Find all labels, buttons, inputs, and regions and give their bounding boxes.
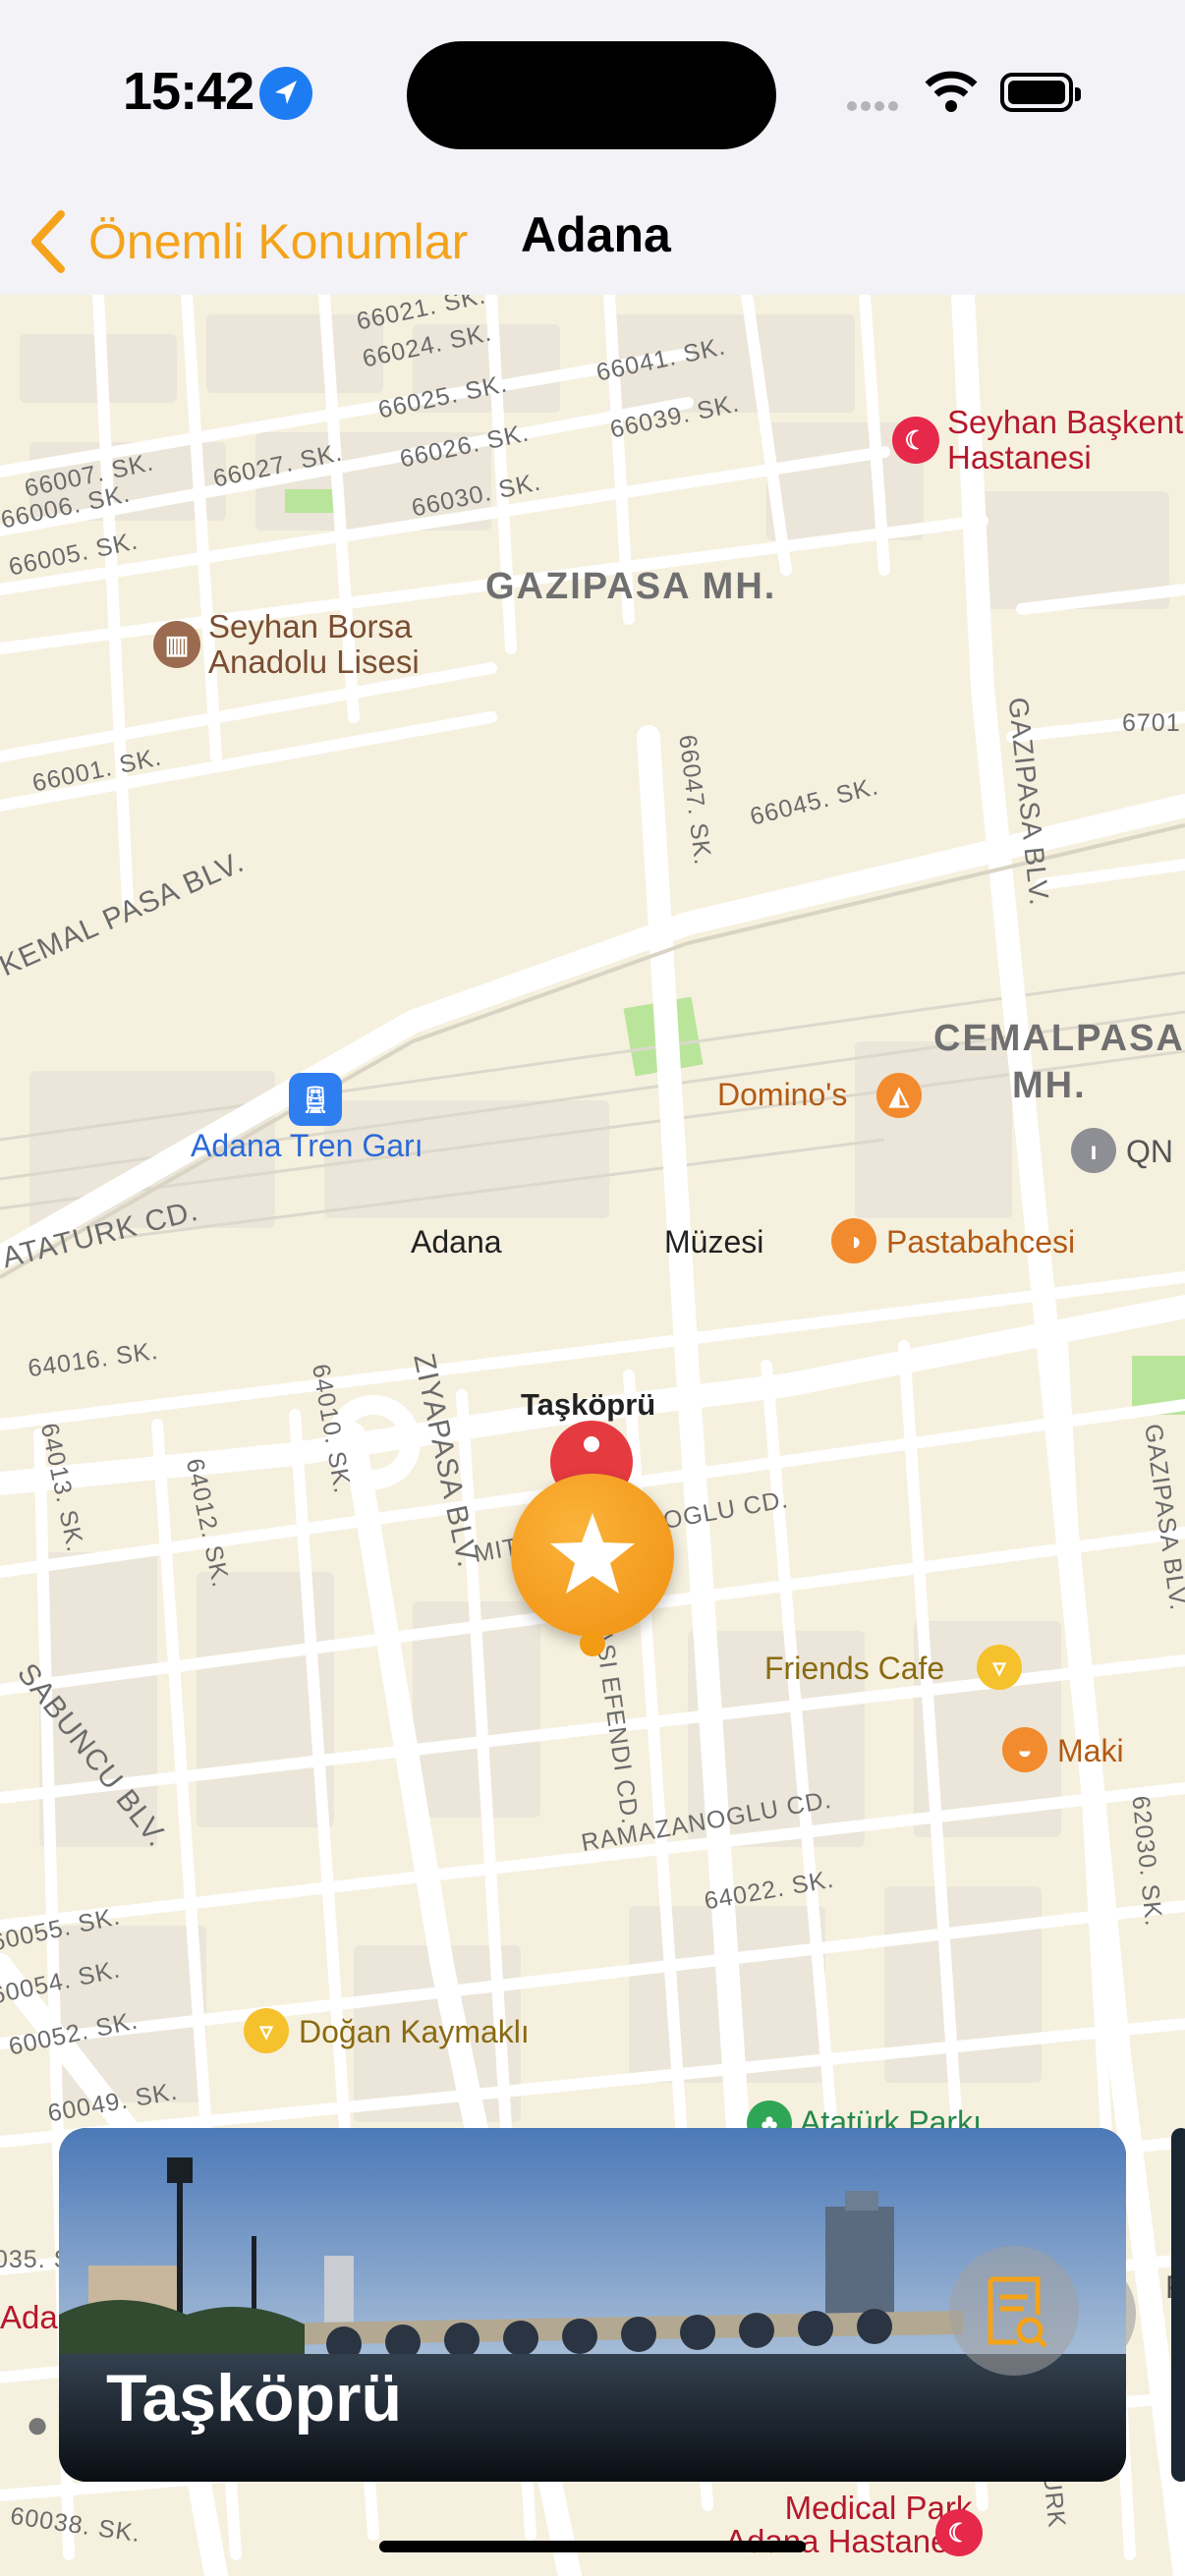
district-label: CEMALPASA (933, 1018, 1185, 1059)
apple-logo-icon: ● (26, 2403, 50, 2446)
poi-school-line1: Seyhan Borsa (208, 608, 413, 644)
poi-train-station[interactable]: Adana Tren Garı (191, 1128, 423, 1164)
basket-icon: ▿ (977, 1645, 1022, 1690)
place-card-title: Taşköprü (106, 2361, 403, 2436)
pizza-icon: ◭ (876, 1073, 922, 1118)
district-label: GAZIPASA MH. (485, 566, 777, 607)
district-label: MH. (1012, 1065, 1087, 1106)
status-time: 15:42 (123, 62, 254, 121)
poi-hospital-line2: Hastanesi (947, 439, 1092, 476)
hospital-icon: ☾ (935, 2509, 983, 2556)
poi-taskopru-label[interactable]: Taşköprü (521, 1387, 655, 1423)
poi-hospital-line1: Seyhan Başkent (947, 404, 1184, 440)
sushi-icon: ◒ (1002, 1727, 1047, 1772)
street-label: 6701 (1122, 709, 1181, 737)
poi-dogan-kaymakli[interactable]: Doğan Kaymaklı (299, 2014, 530, 2050)
status-bar: 15:42 (0, 0, 1185, 187)
page-title: Adana (521, 207, 671, 262)
poi-pastabahcesi[interactable]: Pastabahcesi (886, 1224, 1075, 1260)
wifi-icon (924, 71, 979, 119)
cellular-signal-icon (847, 98, 902, 116)
poi-museum-label-right[interactable]: Müzesi (664, 1224, 763, 1260)
poi-qn[interactable]: QN (1126, 1134, 1173, 1170)
poi-school[interactable]: Seyhan Borsa Anadolu Lisesi (208, 609, 420, 680)
poi-hospital[interactable]: Seyhan Başkent Hastanesi (947, 405, 1183, 476)
next-place-card[interactable] (1171, 2128, 1185, 2482)
poi-maki[interactable]: Maki (1057, 1733, 1124, 1769)
poi-friends-cafe[interactable]: Friends Cafe (764, 1651, 944, 1687)
school-icon: ▥ (153, 621, 200, 668)
basket-icon: ▿ (244, 2008, 289, 2053)
dynamic-island (407, 41, 776, 149)
guide-button[interactable] (949, 2246, 1079, 2376)
landmark-icon: ı (1071, 1128, 1116, 1173)
poi-museum-label-left[interactable]: Adana (411, 1224, 502, 1260)
poi-school-line2: Anadolu Lisesi (208, 644, 420, 680)
pin-anchor (580, 1631, 605, 1656)
poi-dominos[interactable]: Domino's (717, 1077, 847, 1113)
hospital-icon: ☾ (892, 417, 939, 464)
home-indicator[interactable] (379, 2541, 806, 2552)
navigation-bar: Önemli Konumlar Adana (0, 187, 1185, 295)
back-button[interactable]: Önemli Konumlar (26, 204, 468, 279)
place-card[interactable]: Taşköprü (59, 2128, 1126, 2482)
bakery-icon: ◑ (831, 1218, 876, 1263)
battery-icon (1000, 73, 1081, 112)
document-search-icon (988, 2276, 1047, 2348)
location-arrow-icon (259, 67, 312, 120)
star-pin-icon[interactable] (511, 1474, 674, 1637)
chevron-left-icon (31, 210, 65, 273)
train-icon: 🚆︎ (289, 1073, 342, 1126)
back-button-label: Önemli Konumlar (88, 214, 469, 269)
